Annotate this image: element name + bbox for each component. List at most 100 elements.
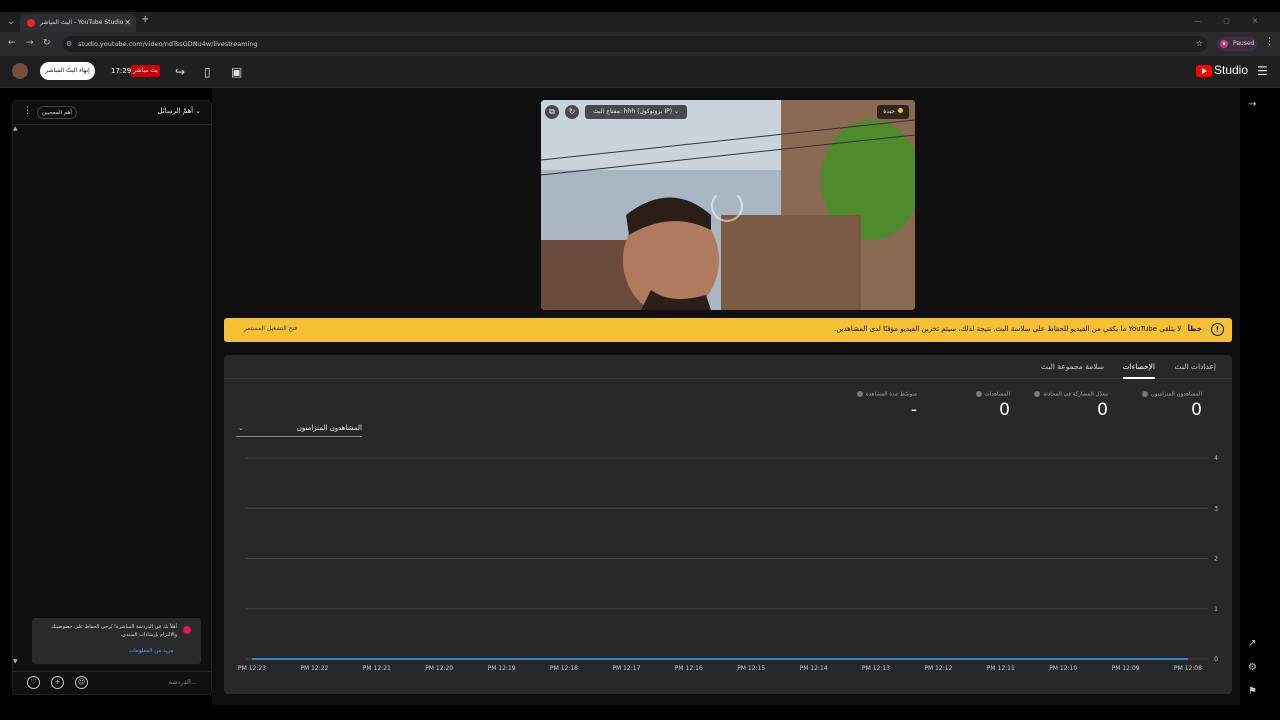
youtube-favicon-icon xyxy=(27,19,35,27)
learn-more-link[interactable]: مزيد من المعلومات xyxy=(129,648,174,654)
chat-mode-selector[interactable]: أهمّ الرسائل ⌄ xyxy=(157,107,201,115)
scroll-up-arrow-icon[interactable]: ▲ xyxy=(13,125,18,132)
live-chat-panel: ⋮ أهم المعجبين أهمّ الرسائل ⌄ ▲ ▼ أهلاً ب… xyxy=(12,100,212,695)
scroll-down-arrow-icon[interactable]: ▼ xyxy=(13,658,18,665)
x-tick-label: PM 12:18 xyxy=(550,665,578,672)
add-icon[interactable]: + xyxy=(51,676,64,689)
share-icon[interactable]: ↪ xyxy=(175,65,185,79)
chat-options-icon[interactable]: ⋮ xyxy=(23,106,32,116)
browser-menu-icon[interactable]: ⋮ xyxy=(1265,37,1274,47)
chart-metric-label: المشاهدون المتزامنون xyxy=(296,424,362,432)
new-tab-icon[interactable]: + xyxy=(141,14,149,25)
viewers-chart: 0 1 2 3 4 PM 12:23 PM 12:22 PM 12:21 PM 12:20 PM … xyxy=(238,455,1218,672)
end-stream-button[interactable]: إنهاء البثّ المباشر xyxy=(40,62,95,80)
x-tick-label: PM 12:12 xyxy=(924,665,952,672)
y-tick-label: 2 xyxy=(1214,556,1218,563)
metric-label: معدّل المشاركة في المحادثة xyxy=(1043,391,1108,398)
x-tick-label: PM 12:20 xyxy=(425,665,453,672)
stream-key-chip[interactable]: مفتاح البث: hhh (بروتوكول IP) ⌄ xyxy=(585,105,688,119)
top-fans-chip[interactable]: أهم المعجبين xyxy=(37,106,77,119)
panel-tabs: إعدادات البث الإحصاءات سلامة مجموعة البث xyxy=(224,355,1232,379)
metric-views: المشاهدات 0 xyxy=(910,391,1010,420)
tab-search-icon[interactable]: ⌄ xyxy=(4,15,18,29)
youtube-notice-icon xyxy=(183,626,191,634)
bookmark-icon[interactable]: ▯ xyxy=(204,65,211,79)
bookmark-star-icon[interactable]: ☆ xyxy=(1196,36,1203,52)
warning-icon: ! xyxy=(1211,323,1224,336)
chevron-down-icon: ⌄ xyxy=(195,107,201,115)
popout-icon[interactable]: ↗ xyxy=(1248,638,1256,649)
tab-stream-health[interactable]: سلامة مجموعة البث xyxy=(1041,362,1104,371)
back-icon[interactable]: ← xyxy=(8,38,16,48)
profile-avatar: a xyxy=(1220,40,1228,48)
youtube-logo-icon[interactable] xyxy=(1196,65,1212,77)
x-tick-label: PM 12:11 xyxy=(987,665,1015,672)
x-tick-label: PM 12:08 xyxy=(1174,665,1202,672)
x-tick-label: PM 12:10 xyxy=(1049,665,1077,672)
y-tick-label: 0 xyxy=(1214,656,1218,663)
copy-icon[interactable]: ⧉ xyxy=(545,105,559,119)
studio-brand[interactable]: Studio xyxy=(1214,63,1248,77)
channel-avatar[interactable] xyxy=(12,63,28,79)
x-tick-label: PM 12:23 xyxy=(238,665,266,672)
banner-message: خطأ لا يتلقى YouTube ما يكفي من الفيديو … xyxy=(834,325,1202,333)
url-field[interactable]: ⚙ studio.youtube.com/video/ndTssGDNu4w/l… xyxy=(62,36,1207,52)
x-tick-label: PM 12:21 xyxy=(363,665,391,672)
tab-stream-settings[interactable]: إعدادات البث xyxy=(1175,362,1216,371)
window-controls[interactable]: — ▢ ✕ xyxy=(1194,17,1268,25)
refresh-icon[interactable]: ↻ xyxy=(565,105,579,119)
metric-avg-watch-time: متوسّط مدة المشاهدة - xyxy=(817,391,917,420)
x-tick-label: PM 12:13 xyxy=(862,665,890,672)
heart-icon[interactable]: ♡ xyxy=(27,676,40,689)
url-text: studio.youtube.com/video/ndTssGDNu4w/liv… xyxy=(78,40,258,48)
chat-input[interactable]: الدردشة... xyxy=(169,678,197,686)
browser-tab-active[interactable]: البث المباشر - YouTube Studio ✕ xyxy=(20,14,136,32)
loading-spinner-icon xyxy=(711,190,743,222)
x-tick-label: PM 12:16 xyxy=(675,665,703,672)
studio-header: إنهاء البثّ المباشر 17:29 بث مباشر ↪ ▯ ▣… xyxy=(0,56,1280,88)
stream-key-label: مفتاح البث: hhh (بروتوكول IP) xyxy=(593,108,673,115)
chart-metric-selector[interactable]: ⌄ المشاهدون المتزامنون xyxy=(236,422,362,437)
metric-label: المشاهدات xyxy=(984,391,1010,398)
chat-header: ⋮ أهم المعجبين أهمّ الرسائل ⌄ xyxy=(13,101,211,125)
help-icon[interactable] xyxy=(1141,391,1148,397)
help-icon[interactable] xyxy=(1034,391,1041,397)
profile-status: Paused xyxy=(1233,40,1255,47)
stream-health-label: جيدة xyxy=(883,108,895,115)
x-tick-label: PM 12:09 xyxy=(1112,665,1140,672)
metric-chat-rate: معدّل المشاركة في المحادثة 0 xyxy=(1008,391,1108,420)
stream-health-chip: جيدة xyxy=(877,105,909,119)
address-bar-row: ← → ↻ ⚙ studio.youtube.com/video/ndTssGD… xyxy=(0,32,1280,56)
banner-action-link[interactable]: فتح التشغيل المستمر xyxy=(244,325,297,332)
emoji-icon[interactable]: ☺ xyxy=(75,676,88,689)
menu-icon[interactable]: ☰ xyxy=(1257,64,1268,78)
x-tick-label: PM 12:19 xyxy=(488,665,516,672)
chat-title: أهمّ الرسائل xyxy=(157,107,194,115)
profile-paused-button[interactable]: a Paused xyxy=(1217,37,1257,51)
x-tick-label: PM 12:15 xyxy=(737,665,765,672)
warning-banner: ! خطأ لا يتلقى YouTube ما يكفي من الفيدي… xyxy=(224,318,1232,342)
chat-input-bar: ♡ + ☺ الدردشة... xyxy=(13,671,211,695)
clip-icon[interactable]: ▣ xyxy=(231,65,242,79)
browser-tab-strip: ⌄ البث المباشر - YouTube Studio ✕ + — ▢ … xyxy=(0,12,1280,32)
chevron-down-icon: ⌄ xyxy=(238,424,244,432)
banner-error-word: خطأ xyxy=(1187,325,1203,333)
x-tick-label: PM 12:14 xyxy=(800,665,828,672)
help-icon[interactable] xyxy=(975,391,982,397)
y-tick-label: 3 xyxy=(1214,505,1218,512)
feedback-icon[interactable]: ⚑ xyxy=(1248,686,1257,697)
y-tick-label: 4 xyxy=(1214,455,1218,462)
expand-panel-icon[interactable]: → xyxy=(1248,99,1256,110)
site-info-icon[interactable]: ⚙ xyxy=(66,36,72,52)
close-tab-icon[interactable]: ✕ xyxy=(124,14,131,32)
help-icon[interactable] xyxy=(856,391,863,397)
tab-analytics[interactable]: الإحصاءات xyxy=(1122,362,1156,379)
forward-icon[interactable]: → xyxy=(26,38,34,48)
reload-icon[interactable]: ↻ xyxy=(43,38,51,48)
metric-value: - xyxy=(910,399,917,420)
metric-value: 0 xyxy=(1191,399,1202,420)
stream-preview[interactable]: ⧉ ↻ مفتاح البث: hhh (بروتوكول IP) ⌄ جيدة xyxy=(541,100,915,310)
metric-label: المشاهدون المتزامنون xyxy=(1150,391,1202,398)
settings-gear-icon[interactable]: ⚙ xyxy=(1248,662,1257,673)
chat-welcome-notice: أهلاً بك في الدردشة المباشرة! يُرجى الحف… xyxy=(32,618,201,664)
